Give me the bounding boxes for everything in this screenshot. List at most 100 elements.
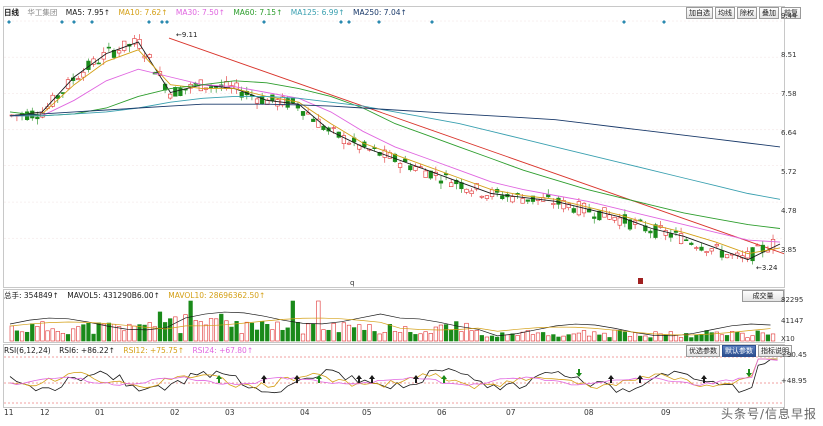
candle-body — [168, 93, 173, 99]
price-tick-label: 6.64 — [781, 129, 797, 137]
volume-bar — [173, 316, 178, 342]
price-pane[interactable]: 日线 华工集团 MA5: 7.95↑ MA10: 7.62↑ MA30: 7.5… — [3, 6, 785, 288]
candle-body — [617, 217, 622, 226]
candle-body — [520, 198, 525, 204]
volume-bar — [607, 337, 612, 342]
volume-bar — [479, 335, 484, 342]
signal-diamond-icon — [165, 20, 169, 24]
volume-bar — [362, 329, 367, 342]
volume-bar — [76, 326, 81, 342]
month-tick-label: 09 — [661, 408, 671, 417]
rsi-pane[interactable]: RSI(6,12,24) RSI6: +86.22↑ RSI12: +75.75… — [3, 344, 785, 408]
candle-body — [413, 166, 418, 171]
volume-bar — [750, 335, 755, 342]
signal-diamond-icon — [60, 20, 64, 24]
volume-bar — [653, 331, 658, 342]
volume-indicator-button[interactable]: 成交量 — [742, 290, 784, 302]
volume-bar — [270, 329, 275, 342]
candle-body — [331, 127, 336, 129]
volume-bar — [643, 335, 648, 342]
volume-bar — [689, 337, 694, 342]
volume-bar — [459, 331, 464, 342]
volume-bar — [418, 333, 423, 342]
volume-bar — [203, 324, 209, 342]
volume-bar — [254, 329, 260, 342]
signal-diamond-icon — [7, 20, 11, 24]
low-price-annotation: ←3.24 — [756, 264, 778, 272]
volume-bar — [745, 337, 750, 342]
volume-bar — [730, 331, 735, 342]
candle-body — [525, 199, 530, 202]
add-watchlist-button[interactable]: 加自选 — [686, 7, 713, 19]
volume-bar — [566, 334, 571, 342]
volume-pane[interactable]: 总手: 354849↑ MAVOL5: 431290B6.00↑ MAVOL10… — [3, 289, 785, 343]
watermark-text: 头条号/信息早报 — [720, 407, 817, 421]
price-tick-label: 3.85 — [781, 246, 797, 254]
ma-settings-button[interactable]: 均线 — [715, 7, 735, 19]
high-price-annotation: ←9.11 — [176, 31, 197, 39]
candle-body — [116, 50, 122, 54]
candle-body — [648, 230, 653, 234]
price-chart-canvas[interactable]: ←9.11 ←3.24 q — [4, 7, 784, 287]
volume-bar — [602, 332, 607, 342]
ma-line-4 — [10, 95, 781, 200]
volume-bar — [106, 322, 111, 342]
volume-bar — [60, 333, 66, 342]
volume-bar — [469, 330, 474, 342]
optimal-params-button[interactable]: 优选参数 — [686, 345, 720, 357]
candle-body — [510, 196, 515, 203]
candle-body — [234, 82, 239, 90]
volume-bar — [495, 336, 500, 342]
volume-bar — [413, 334, 418, 342]
candle-body — [709, 248, 714, 252]
signal-diamond-icon — [430, 20, 434, 24]
volume-bar — [627, 336, 633, 342]
candle-body — [35, 116, 40, 120]
volume-bar — [755, 330, 760, 342]
candle-body — [745, 251, 750, 259]
volume-bar — [438, 324, 444, 342]
candle-body — [750, 247, 755, 262]
volume-bar — [19, 331, 25, 342]
default-params-button[interactable]: 默认参数 — [722, 345, 756, 357]
volume-bar — [157, 311, 163, 342]
candle-body — [397, 163, 403, 168]
rsi-chart-canvas[interactable] — [4, 345, 784, 407]
volume-bar — [760, 332, 765, 342]
volume-bar — [443, 324, 449, 342]
volume-bar — [704, 330, 709, 342]
volume-bar — [735, 331, 740, 342]
signal-diamond-icon — [662, 20, 666, 24]
volume-bar — [770, 333, 776, 342]
volume-bar — [505, 334, 510, 342]
volume-bar — [198, 321, 203, 342]
volume-bar — [162, 322, 168, 342]
volume-bar — [30, 323, 35, 342]
volume-bar — [556, 336, 561, 342]
buy-arrow-icon — [294, 375, 300, 383]
candle-body — [571, 208, 576, 213]
overlay-button[interactable]: 叠加 — [759, 7, 779, 19]
volume-bar — [581, 330, 587, 342]
volume-chart-canvas[interactable] — [4, 290, 784, 342]
volume-bar — [147, 322, 152, 342]
candle-body — [673, 230, 679, 233]
volume-bar — [127, 323, 132, 342]
volume-bar — [597, 334, 602, 342]
candle-body — [699, 246, 704, 251]
volume-bar — [96, 322, 101, 342]
volume-bar — [433, 326, 438, 342]
buy-arrow-icon — [608, 375, 614, 383]
volume-bar — [617, 329, 622, 342]
candle-body — [484, 195, 490, 199]
volume-bar — [101, 323, 106, 342]
candle-body — [438, 180, 444, 184]
ma-line-5 — [9, 103, 781, 148]
volume-bar — [214, 318, 219, 342]
signal-diamond-icon — [72, 20, 76, 24]
signal-diamond-icon — [622, 20, 626, 24]
volume-bar — [484, 336, 490, 342]
month-tick-label: 12 — [40, 408, 50, 417]
ex-rights-button[interactable]: 除权 — [737, 7, 757, 19]
candle-body — [719, 250, 725, 258]
